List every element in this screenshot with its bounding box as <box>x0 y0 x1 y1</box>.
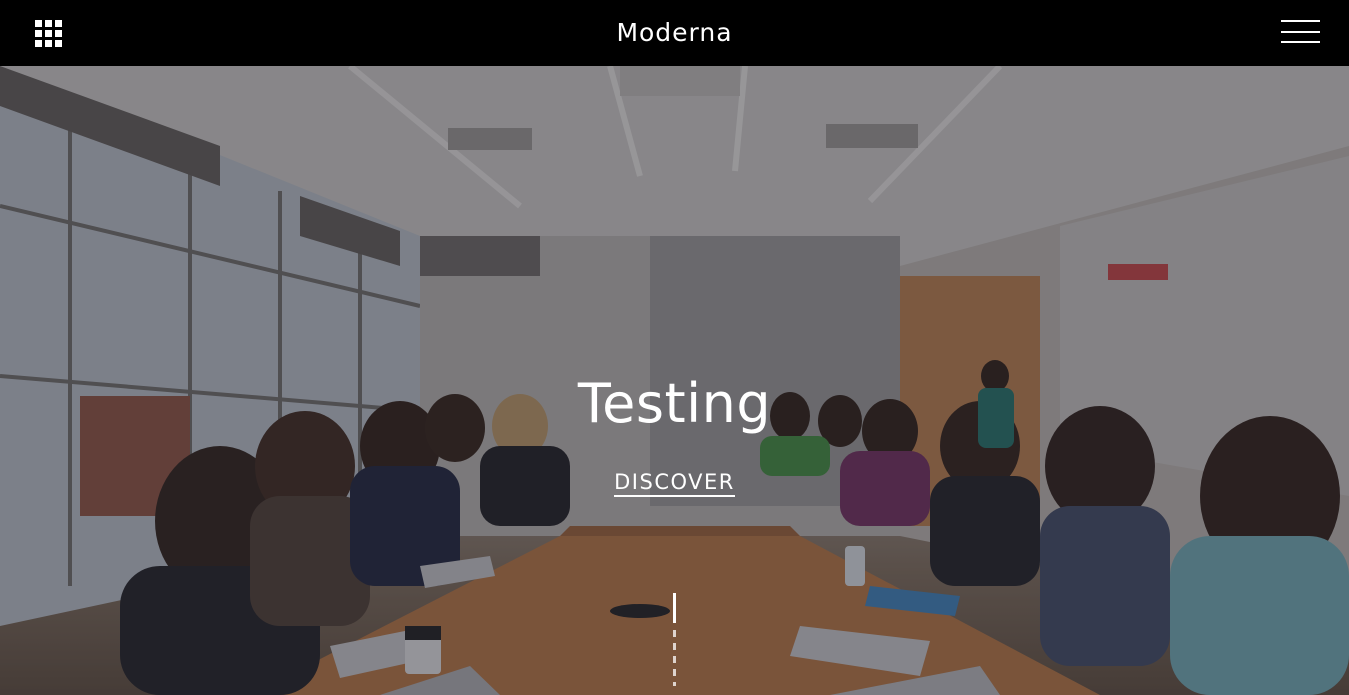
discover-wrapper: DISCOVER <box>0 470 1349 497</box>
scroll-down-dots <box>673 630 676 686</box>
brand-logo[interactable]: Moderna <box>0 19 1349 47</box>
hero-section: Testing DISCOVER <box>0 66 1349 695</box>
hero-title: Testing <box>577 372 772 435</box>
scroll-down-indicator[interactable] <box>673 593 676 623</box>
site-header: Moderna <box>0 0 1349 66</box>
discover-link[interactable]: DISCOVER <box>614 470 735 497</box>
menu-button[interactable] <box>1281 20 1320 44</box>
hamburger-menu-icon-bar <box>1281 41 1320 43</box>
brand-wordmark: Moderna <box>616 18 733 47</box>
hamburger-menu-icon <box>1281 20 1320 22</box>
hamburger-menu-icon-bar <box>1281 31 1320 33</box>
